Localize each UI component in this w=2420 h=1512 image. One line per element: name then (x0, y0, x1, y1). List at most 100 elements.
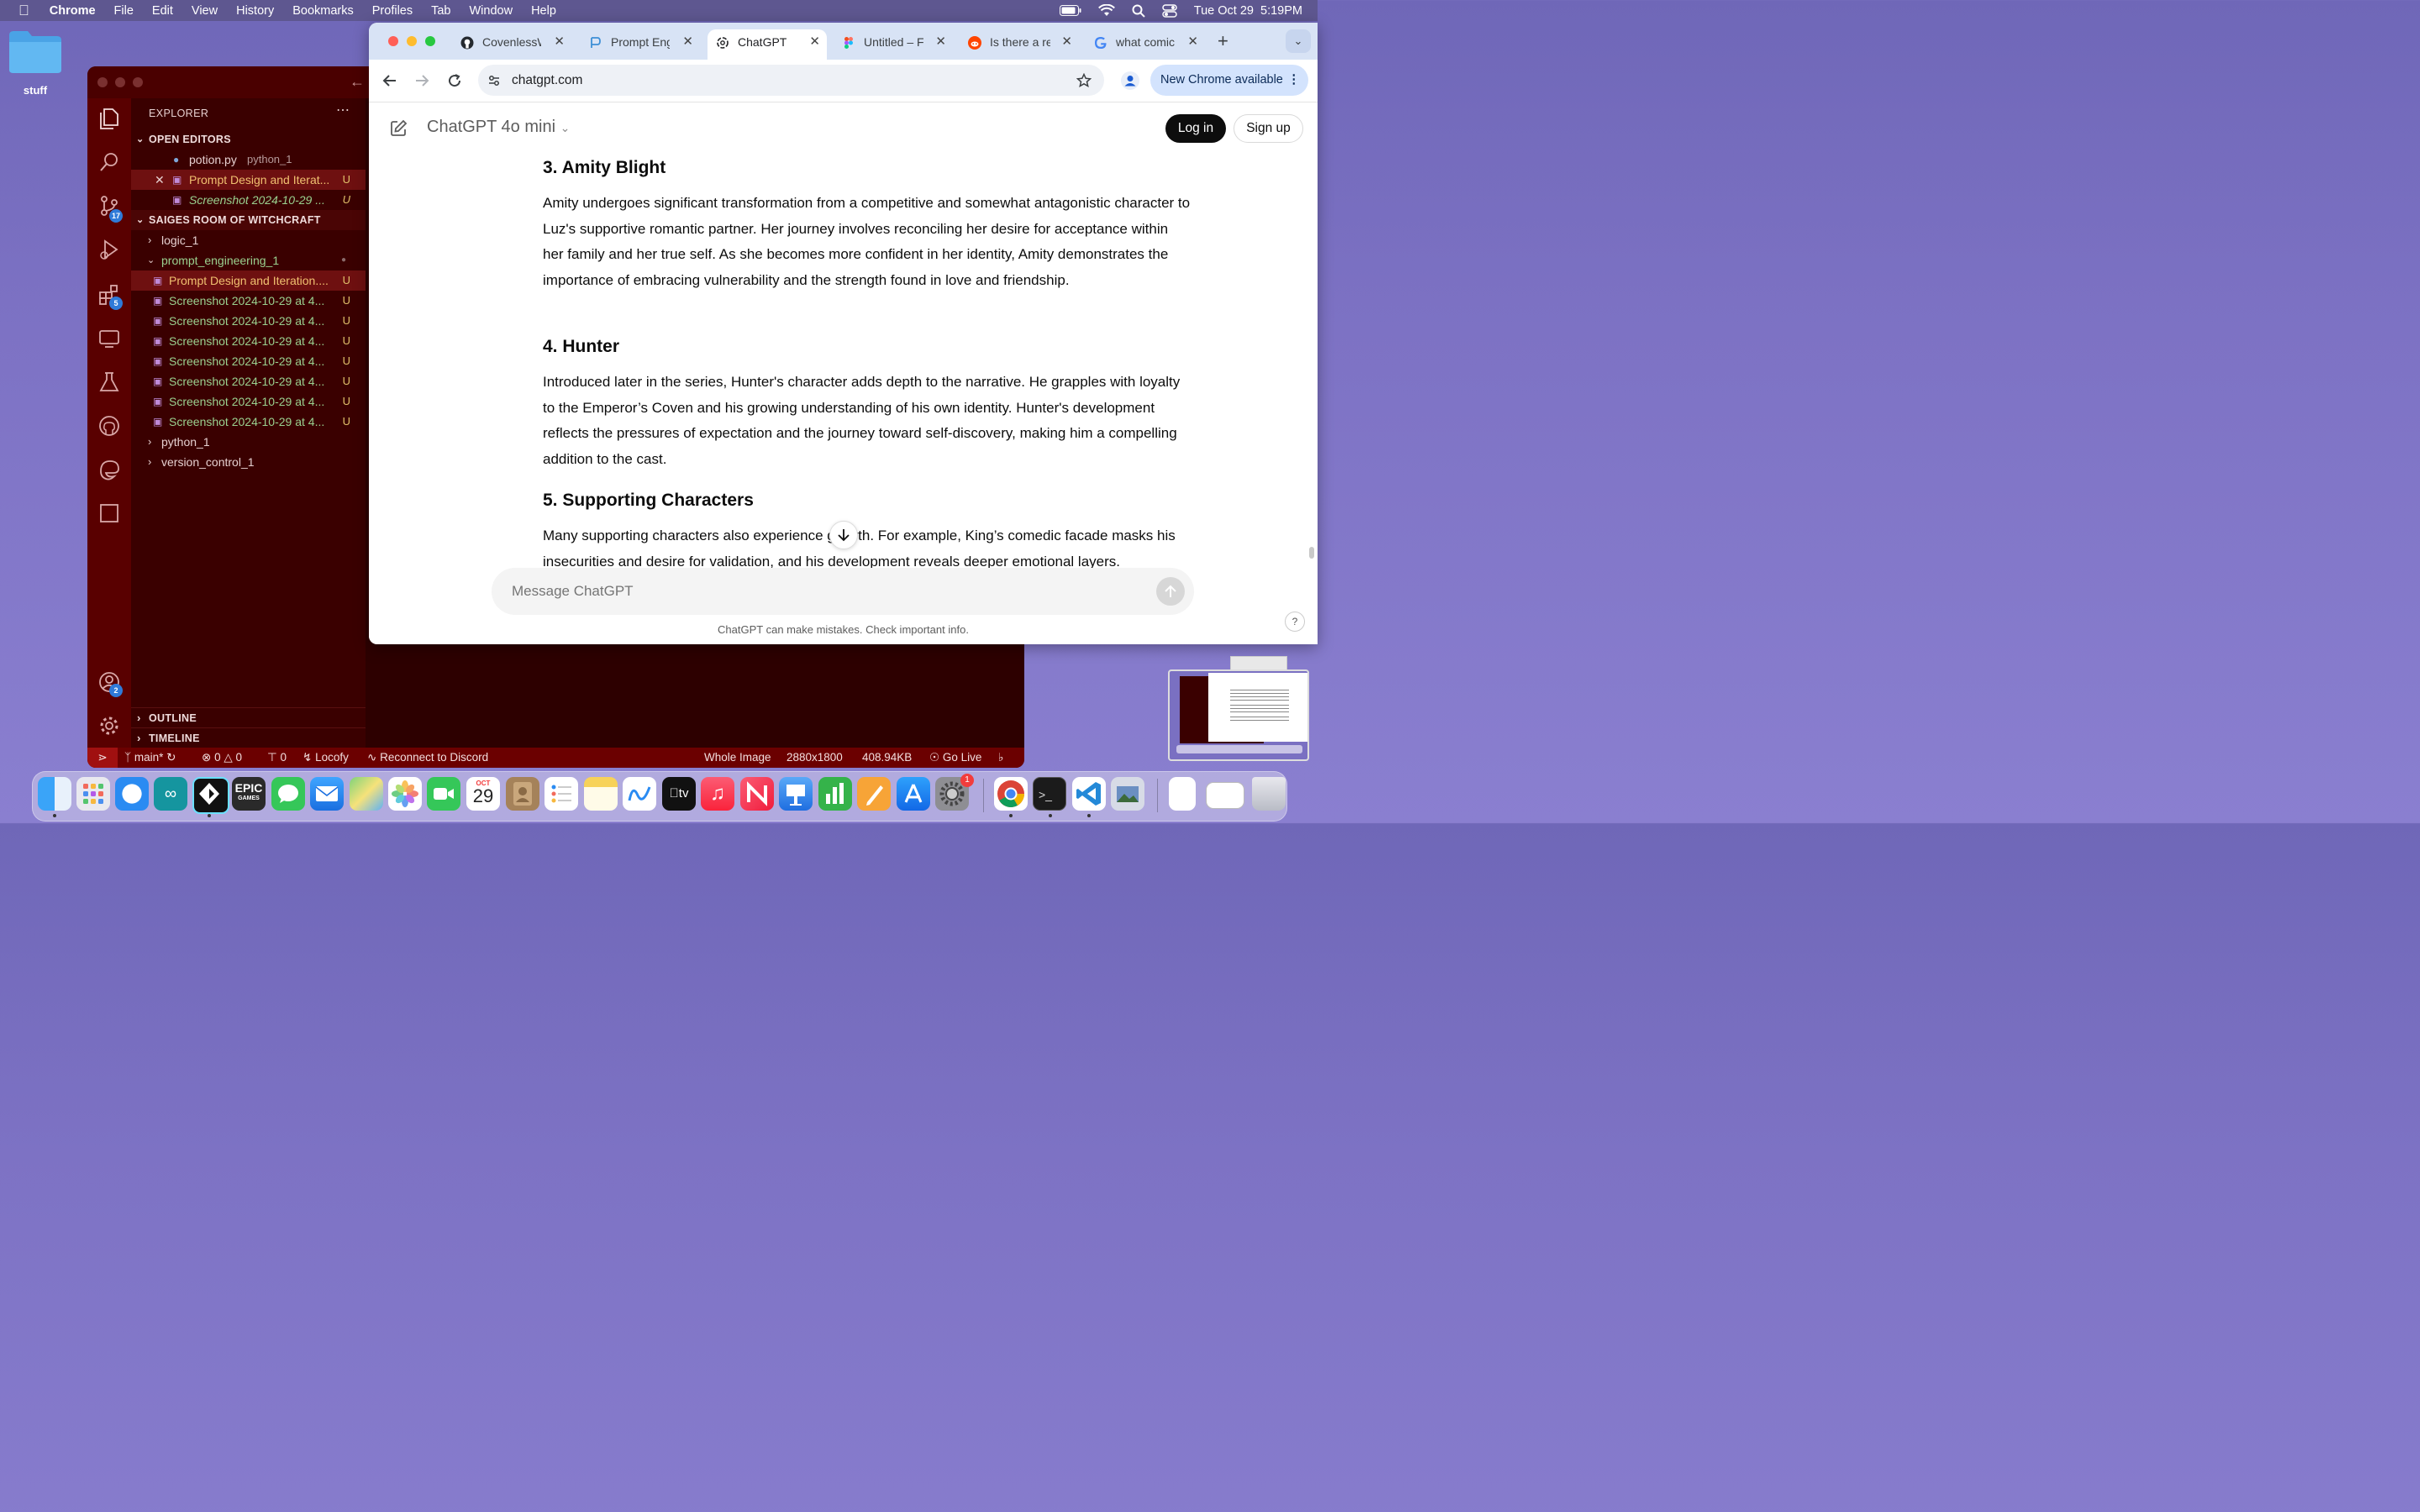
minimize-window-button[interactable] (115, 77, 125, 87)
app-store-icon[interactable] (897, 777, 930, 811)
close-icon[interactable]: ✕ (155, 170, 165, 190)
github-icon[interactable] (97, 414, 121, 438)
menu-history[interactable]: History (236, 4, 274, 18)
vscode-app-icon[interactable] (1072, 777, 1106, 811)
file-item[interactable]: ▣ Screenshot 2024-10-29 at 4... U (131, 391, 366, 412)
tab-figma[interactable]: Untitled – F ✕ (834, 29, 953, 60)
reminders-icon[interactable] (544, 777, 578, 811)
tab-reddit[interactable]: Is there a re ✕ (960, 29, 1079, 60)
discord-indicator[interactable]: ∿ Reconnect to Discord (367, 748, 488, 768)
folder-item[interactable]: ⌄ prompt_engineering_1 ● (131, 250, 366, 270)
bell-icon[interactable]: ♭ (998, 748, 1003, 768)
close-window-button[interactable] (388, 36, 398, 46)
preview-icon[interactable] (1111, 777, 1144, 811)
close-tab-icon[interactable]: ✕ (682, 29, 693, 55)
tab-perplexity[interactable]: Prompt Eng ✕ (581, 29, 700, 60)
send-button[interactable] (1156, 577, 1185, 606)
calendar-icon[interactable]: OCT 29 (466, 777, 500, 811)
close-tab-icon[interactable]: ✕ (1061, 29, 1072, 55)
apple-icon[interactable]:  (18, 3, 29, 19)
file-item[interactable]: ▣ Screenshot 2024-10-29 at 4... U (131, 351, 366, 371)
finder-icon[interactable] (38, 777, 71, 811)
explorer-files-icon[interactable] (97, 107, 121, 130)
url-text[interactable]: chatgpt.com (512, 65, 582, 96)
news-icon[interactable] (740, 777, 774, 811)
locofy-indicator[interactable]: ↯ Locofy (302, 748, 349, 768)
profile-avatar-icon[interactable] (1121, 71, 1139, 90)
music-icon[interactable]: ♫ (701, 777, 734, 811)
screenshot-thumbnail[interactable] (1168, 669, 1309, 761)
folder-item[interactable]: › version_control_1 (131, 452, 366, 472)
arduino-icon[interactable]: ∞ (154, 777, 187, 811)
scroll-to-bottom-button[interactable] (829, 521, 858, 549)
outline-section[interactable]: › OUTLINE (131, 707, 366, 728)
image-mode-label[interactable]: Whole Image (704, 748, 771, 768)
menu-view[interactable]: View (192, 4, 218, 18)
new-chrome-available-button[interactable]: New Chrome available ⋮ (1150, 65, 1308, 96)
search-icon[interactable] (97, 150, 121, 174)
file-item[interactable]: ▣ Screenshot 2024-10-29 at 4... U (131, 311, 366, 331)
desktop-folder-label[interactable]: stuff (0, 84, 71, 97)
document-stack-icon[interactable] (1169, 777, 1196, 811)
mail-icon[interactable] (310, 777, 344, 811)
zoom-window-button[interactable] (425, 36, 435, 46)
open-editor-item[interactable]: ▣ Screenshot 2024-10-29 ... U (131, 190, 366, 210)
menu-app-name[interactable]: Chrome (50, 4, 96, 18)
menu-file[interactable]: File (114, 4, 134, 18)
testing-flask-icon[interactable] (97, 370, 121, 394)
signup-button[interactable]: Sign up (1234, 114, 1303, 143)
photos-icon[interactable] (388, 777, 422, 811)
file-item[interactable]: ▣ Screenshot 2024-10-29 at 4... U (131, 331, 366, 351)
close-tab-icon[interactable]: ✕ (809, 29, 820, 55)
zoom-window-button[interactable] (133, 77, 143, 87)
kebab-menu-icon[interactable]: ⋮ (1288, 65, 1301, 96)
close-tab-icon[interactable]: ✕ (1187, 29, 1198, 55)
bookmark-star-icon[interactable] (1076, 73, 1092, 88)
new-tab-icon[interactable]: + (1218, 30, 1228, 52)
numbers-icon[interactable] (818, 777, 852, 811)
tab-google[interactable]: what comic ✕ (1086, 29, 1205, 60)
keynote-icon[interactable] (779, 777, 813, 811)
tab-github[interactable]: CovenlessW ✕ (452, 29, 571, 60)
remote-explorer-icon[interactable] (97, 327, 121, 350)
tab-chatgpt[interactable]: ChatGPT ✕ (708, 29, 827, 60)
workspace-section[interactable]: ⌄ SAIGES ROOM OF WITCHCRAFT (131, 210, 366, 230)
reload-icon[interactable] (447, 73, 462, 88)
control-center-icon[interactable] (1162, 3, 1177, 18)
freeform-icon[interactable] (623, 777, 656, 811)
address-bar[interactable]: chatgpt.com (478, 65, 1104, 96)
open-editor-item[interactable]: ● potion.py python_1 (131, 150, 366, 170)
new-chat-icon[interactable] (389, 119, 408, 138)
menu-help[interactable]: Help (531, 4, 556, 18)
problems-indicator[interactable]: ⊗ 0 △ 0 (202, 748, 242, 768)
close-tab-icon[interactable]: ✕ (554, 29, 565, 55)
message-input[interactable] (512, 568, 1134, 615)
folder-item[interactable]: › python_1 (131, 432, 366, 452)
pages-icon[interactable] (857, 777, 891, 811)
menu-bookmarks[interactable]: Bookmarks (292, 4, 354, 18)
launchpad-icon[interactable] (76, 777, 110, 811)
menu-profiles[interactable]: Profiles (372, 4, 413, 18)
tab-search-button[interactable]: ⌄ (1286, 29, 1311, 53)
maps-icon[interactable] (350, 777, 383, 811)
file-item[interactable]: ▣ Screenshot 2024-10-29 at 4... U (131, 291, 366, 311)
chrome-app-icon[interactable] (994, 777, 1028, 811)
menu-edit[interactable]: Edit (152, 4, 173, 18)
edge-browser-icon[interactable] (97, 458, 121, 481)
file-item[interactable]: ▣ Screenshot 2024-10-29 at 4... U (131, 412, 366, 432)
menu-tab[interactable]: Tab (431, 4, 450, 18)
file-item[interactable]: ▣ Prompt Design and Iteration.... U (131, 270, 366, 291)
scrollbar-thumb[interactable] (1309, 547, 1314, 559)
folder-icon[interactable] (8, 29, 63, 74)
open-editors-section[interactable]: ⌄ OPEN EDITORS (131, 129, 366, 150)
file-item[interactable]: ▣ Screenshot 2024-10-29 at 4... U (131, 371, 366, 391)
site-settings-icon[interactable] (487, 74, 501, 87)
menu-window[interactable]: Window (470, 4, 513, 18)
safari-icon[interactable] (115, 777, 149, 811)
epic-games-icon[interactable]: EPIC GAMES (232, 777, 266, 811)
trash-icon[interactable] (1252, 777, 1286, 811)
facetime-icon[interactable] (427, 777, 460, 811)
ports-indicator[interactable]: ⊤ 0 (267, 748, 287, 768)
more-actions-icon[interactable]: ⋯ (336, 102, 350, 118)
close-tab-icon[interactable]: ✕ (935, 29, 946, 55)
